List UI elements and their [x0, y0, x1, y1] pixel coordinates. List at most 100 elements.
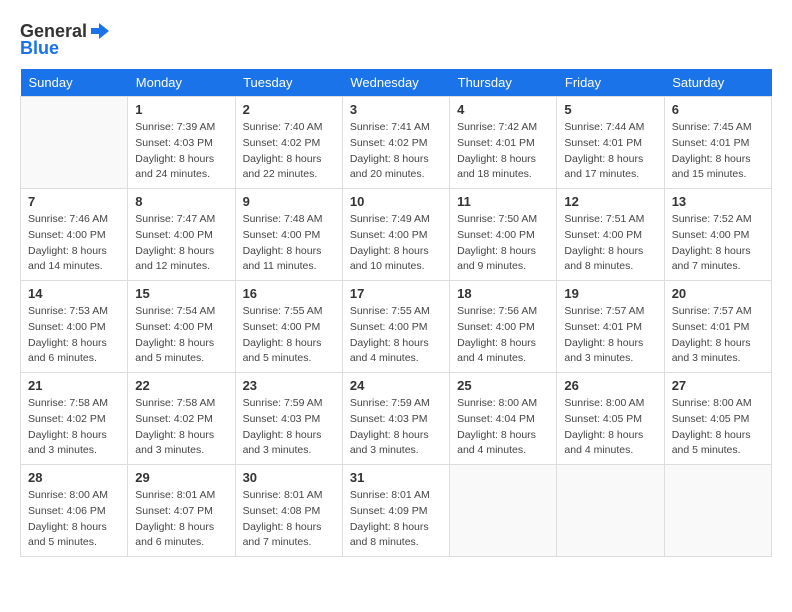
calendar-cell: 22 Sunrise: 7:58 AM Sunset: 4:02 PM Dayli… — [128, 373, 235, 465]
calendar-cell: 18 Sunrise: 7:56 AM Sunset: 4:00 PM Dayli… — [450, 281, 557, 373]
day-number: 19 — [564, 286, 656, 301]
day-detail: Sunrise: 7:42 AM Sunset: 4:01 PM Dayligh… — [457, 120, 549, 183]
day-number: 7 — [28, 194, 120, 209]
day-number: 20 — [672, 286, 764, 301]
day-number: 4 — [457, 102, 549, 117]
calendar-week-row: 14 Sunrise: 7:53 AM Sunset: 4:00 PM Dayli… — [21, 281, 772, 373]
day-detail: Sunrise: 7:52 AM Sunset: 4:00 PM Dayligh… — [672, 212, 764, 275]
day-number: 18 — [457, 286, 549, 301]
logo-text: General Blue — [20, 20, 111, 59]
day-number: 5 — [564, 102, 656, 117]
calendar-week-row: 28 Sunrise: 8:00 AM Sunset: 4:06 PM Dayli… — [21, 465, 772, 557]
weekday-header: Monday — [128, 69, 235, 97]
calendar-week-row: 7 Sunrise: 7:46 AM Sunset: 4:00 PM Daylig… — [21, 189, 772, 281]
day-number: 10 — [350, 194, 442, 209]
day-detail: Sunrise: 7:57 AM Sunset: 4:01 PM Dayligh… — [564, 304, 656, 367]
day-number: 22 — [135, 378, 227, 393]
calendar-cell: 28 Sunrise: 8:00 AM Sunset: 4:06 PM Dayli… — [21, 465, 128, 557]
day-detail: Sunrise: 7:54 AM Sunset: 4:00 PM Dayligh… — [135, 304, 227, 367]
calendar-cell — [450, 465, 557, 557]
calendar-cell: 19 Sunrise: 7:57 AM Sunset: 4:01 PM Dayli… — [557, 281, 664, 373]
day-detail: Sunrise: 8:00 AM Sunset: 4:04 PM Dayligh… — [457, 396, 549, 459]
calendar-cell: 30 Sunrise: 8:01 AM Sunset: 4:08 PM Dayli… — [235, 465, 342, 557]
calendar-cell: 4 Sunrise: 7:42 AM Sunset: 4:01 PM Daylig… — [450, 97, 557, 189]
day-detail: Sunrise: 7:51 AM Sunset: 4:00 PM Dayligh… — [564, 212, 656, 275]
day-detail: Sunrise: 7:53 AM Sunset: 4:00 PM Dayligh… — [28, 304, 120, 367]
day-number: 14 — [28, 286, 120, 301]
day-number: 16 — [243, 286, 335, 301]
calendar-cell: 12 Sunrise: 7:51 AM Sunset: 4:00 PM Dayli… — [557, 189, 664, 281]
day-number: 6 — [672, 102, 764, 117]
day-number: 21 — [28, 378, 120, 393]
day-number: 28 — [28, 470, 120, 485]
day-number: 31 — [350, 470, 442, 485]
calendar-cell: 10 Sunrise: 7:49 AM Sunset: 4:00 PM Dayli… — [342, 189, 449, 281]
day-detail: Sunrise: 7:58 AM Sunset: 4:02 PM Dayligh… — [135, 396, 227, 459]
day-number: 8 — [135, 194, 227, 209]
day-detail: Sunrise: 8:01 AM Sunset: 4:08 PM Dayligh… — [243, 488, 335, 551]
logo-arrow-icon — [89, 20, 111, 42]
day-detail: Sunrise: 8:00 AM Sunset: 4:06 PM Dayligh… — [28, 488, 120, 551]
calendar-cell: 20 Sunrise: 7:57 AM Sunset: 4:01 PM Dayli… — [664, 281, 771, 373]
calendar-cell: 14 Sunrise: 7:53 AM Sunset: 4:00 PM Dayli… — [21, 281, 128, 373]
calendar-cell — [21, 97, 128, 189]
day-detail: Sunrise: 7:57 AM Sunset: 4:01 PM Dayligh… — [672, 304, 764, 367]
calendar-cell: 16 Sunrise: 7:55 AM Sunset: 4:00 PM Dayli… — [235, 281, 342, 373]
weekday-header-row: SundayMondayTuesdayWednesdayThursdayFrid… — [21, 69, 772, 97]
day-detail: Sunrise: 7:40 AM Sunset: 4:02 PM Dayligh… — [243, 120, 335, 183]
day-number: 23 — [243, 378, 335, 393]
day-number: 26 — [564, 378, 656, 393]
weekday-header: Sunday — [21, 69, 128, 97]
calendar-cell: 2 Sunrise: 7:40 AM Sunset: 4:02 PM Daylig… — [235, 97, 342, 189]
day-detail: Sunrise: 7:58 AM Sunset: 4:02 PM Dayligh… — [28, 396, 120, 459]
calendar-cell — [557, 465, 664, 557]
calendar-cell: 25 Sunrise: 8:00 AM Sunset: 4:04 PM Dayli… — [450, 373, 557, 465]
calendar-cell: 21 Sunrise: 7:58 AM Sunset: 4:02 PM Dayli… — [21, 373, 128, 465]
weekday-header: Saturday — [664, 69, 771, 97]
calendar-cell: 31Sunrise: 8:01 AM Sunset: 4:09 PM Dayli… — [342, 465, 449, 557]
calendar-cell: 9 Sunrise: 7:48 AM Sunset: 4:00 PM Daylig… — [235, 189, 342, 281]
day-number: 25 — [457, 378, 549, 393]
calendar-cell: 17Sunrise: 7:55 AM Sunset: 4:00 PM Dayli… — [342, 281, 449, 373]
day-detail: Sunrise: 8:00 AM Sunset: 4:05 PM Dayligh… — [564, 396, 656, 459]
day-detail: Sunrise: 7:41 AM Sunset: 4:02 PM Dayligh… — [350, 120, 442, 183]
day-detail: Sunrise: 8:00 AM Sunset: 4:05 PM Dayligh… — [672, 396, 764, 459]
day-number: 9 — [243, 194, 335, 209]
calendar-cell — [664, 465, 771, 557]
calendar-week-row: 1Sunrise: 7:39 AM Sunset: 4:03 PM Daylig… — [21, 97, 772, 189]
day-detail: Sunrise: 7:48 AM Sunset: 4:00 PM Dayligh… — [243, 212, 335, 275]
day-number: 12 — [564, 194, 656, 209]
calendar-cell: 6 Sunrise: 7:45 AM Sunset: 4:01 PM Daylig… — [664, 97, 771, 189]
day-detail: Sunrise: 7:55 AM Sunset: 4:00 PM Dayligh… — [350, 304, 442, 367]
day-number: 11 — [457, 194, 549, 209]
day-number: 29 — [135, 470, 227, 485]
calendar-cell: 11 Sunrise: 7:50 AM Sunset: 4:00 PM Dayli… — [450, 189, 557, 281]
calendar-cell: 24 Sunrise: 7:59 AM Sunset: 4:03 PM Dayli… — [342, 373, 449, 465]
calendar-cell: 7 Sunrise: 7:46 AM Sunset: 4:00 PM Daylig… — [21, 189, 128, 281]
weekday-header: Wednesday — [342, 69, 449, 97]
calendar-cell: 8Sunrise: 7:47 AM Sunset: 4:00 PM Daylig… — [128, 189, 235, 281]
calendar-cell: 3 Sunrise: 7:41 AM Sunset: 4:02 PM Daylig… — [342, 97, 449, 189]
calendar-cell: 5Sunrise: 7:44 AM Sunset: 4:01 PM Daylig… — [557, 97, 664, 189]
day-number: 3 — [350, 102, 442, 117]
calendar-cell: 26 Sunrise: 8:00 AM Sunset: 4:05 PM Dayli… — [557, 373, 664, 465]
weekday-header: Friday — [557, 69, 664, 97]
calendar-cell: 15Sunrise: 7:54 AM Sunset: 4:00 PM Dayli… — [128, 281, 235, 373]
day-detail: Sunrise: 7:46 AM Sunset: 4:00 PM Dayligh… — [28, 212, 120, 275]
day-number: 24 — [350, 378, 442, 393]
day-detail: Sunrise: 7:39 AM Sunset: 4:03 PM Dayligh… — [135, 120, 227, 183]
day-detail: Sunrise: 7:59 AM Sunset: 4:03 PM Dayligh… — [350, 396, 442, 459]
page-header: General Blue — [20, 20, 772, 59]
calendar-cell: 1Sunrise: 7:39 AM Sunset: 4:03 PM Daylig… — [128, 97, 235, 189]
day-detail: Sunrise: 7:50 AM Sunset: 4:00 PM Dayligh… — [457, 212, 549, 275]
calendar-week-row: 21 Sunrise: 7:58 AM Sunset: 4:02 PM Dayli… — [21, 373, 772, 465]
weekday-header: Tuesday — [235, 69, 342, 97]
day-number: 27 — [672, 378, 764, 393]
day-detail: Sunrise: 7:55 AM Sunset: 4:00 PM Dayligh… — [243, 304, 335, 367]
day-detail: Sunrise: 7:45 AM Sunset: 4:01 PM Dayligh… — [672, 120, 764, 183]
day-detail: Sunrise: 7:49 AM Sunset: 4:00 PM Dayligh… — [350, 212, 442, 275]
day-detail: Sunrise: 7:56 AM Sunset: 4:00 PM Dayligh… — [457, 304, 549, 367]
day-number: 30 — [243, 470, 335, 485]
calendar-cell: 27 Sunrise: 8:00 AM Sunset: 4:05 PM Dayli… — [664, 373, 771, 465]
day-number: 2 — [243, 102, 335, 117]
